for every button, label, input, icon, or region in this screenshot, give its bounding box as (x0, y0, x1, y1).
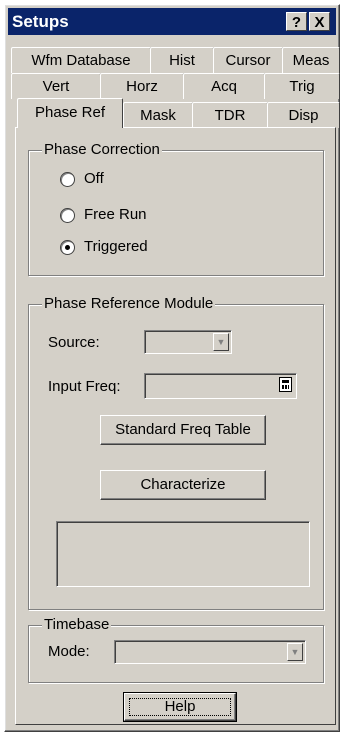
tab-meas[interactable]: Meas (282, 47, 340, 73)
source-label: Source: (48, 334, 100, 351)
tab-disp[interactable]: Disp (267, 102, 340, 128)
help-button[interactable]: Help (123, 692, 237, 722)
phase-ref-panel: Phase Correction Off Free Run Triggered … (15, 127, 336, 725)
radio-free-run-label: Free Run (84, 206, 147, 223)
source-dropdown[interactable]: ▼ (144, 330, 232, 354)
mode-dropdown[interactable]: ▼ (114, 640, 306, 664)
chevron-down-icon[interactable]: ▼ (287, 643, 303, 661)
tab-acq[interactable]: Acq (183, 73, 265, 99)
tab-horz[interactable]: Horz (100, 73, 184, 99)
radio-off-label: Off (84, 170, 104, 187)
timebase-title: Timebase (42, 616, 112, 634)
tab-hist[interactable]: Hist (150, 47, 214, 73)
radio-free-run[interactable] (60, 208, 75, 223)
tab-vert[interactable]: Vert (11, 73, 101, 99)
tab-cursor[interactable]: Cursor (213, 47, 283, 73)
standard-freq-table-button[interactable]: Standard Freq Table (100, 415, 266, 445)
input-freq-label: Input Freq: (48, 378, 121, 395)
phase-reference-module-title: Phase Reference Module (42, 295, 216, 313)
focus-rectangle (129, 698, 231, 716)
status-display (56, 521, 310, 587)
input-freq-field[interactable] (144, 373, 297, 399)
tab-wfm-database[interactable]: Wfm Database (11, 47, 151, 73)
characterize-button[interactable]: Characterize (100, 470, 266, 500)
keypad-icon[interactable] (279, 377, 292, 392)
radio-triggered[interactable] (60, 240, 75, 255)
radio-off[interactable] (60, 172, 75, 187)
tab-mask[interactable]: Mask (123, 102, 193, 128)
title-bar: Setups ? X (8, 8, 336, 35)
window-title: Setups (12, 12, 69, 31)
radio-selected-dot (65, 245, 70, 250)
radio-triggered-label: Triggered (84, 238, 148, 255)
setups-window: Setups ? X Wfm Database Hist Cursor Meas… (4, 4, 340, 732)
tab-tdr[interactable]: TDR (192, 102, 268, 128)
help-titlebar-button[interactable]: ? (286, 12, 307, 31)
chevron-down-icon[interactable]: ▼ (213, 333, 229, 351)
mode-label: Mode: (48, 643, 90, 660)
phase-correction-title: Phase Correction (42, 141, 162, 159)
close-button[interactable]: X (309, 12, 330, 31)
tab-trig[interactable]: Trig (264, 73, 340, 99)
tab-phase-ref[interactable]: Phase Ref (17, 98, 123, 128)
